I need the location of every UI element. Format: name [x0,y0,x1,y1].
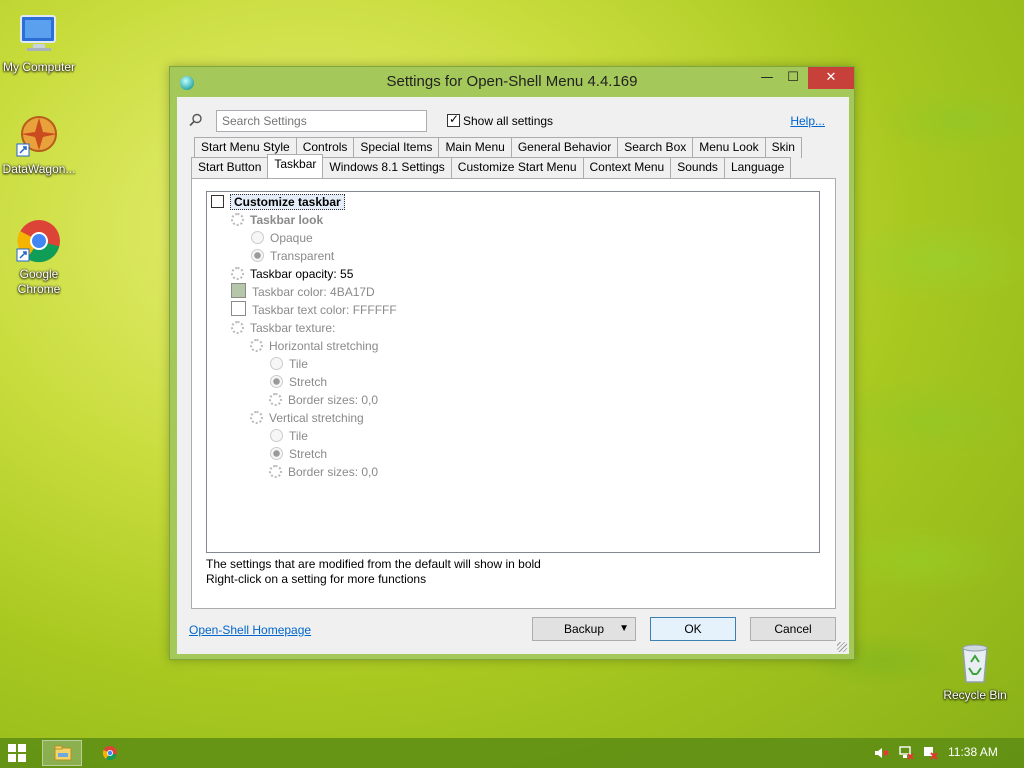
tab-customize-start-menu[interactable]: Customize Start Menu [450,157,584,178]
maximize-button[interactable]: ☐ [780,69,806,89]
help-link[interactable]: Help... [790,114,825,128]
tab-sounds[interactable]: Sounds [670,157,725,178]
radio-unselected-icon [251,231,264,244]
desktop-icon-label: DataWagon... [2,162,76,176]
desktop-icon-label: Google Chrome [17,267,61,296]
taskbar-text-color-setting[interactable]: Taskbar text color: FFFFFF [231,301,397,319]
horizontal-stretch-radio[interactable]: Stretch [270,373,327,391]
tab-search-box[interactable]: Search Box [617,137,694,158]
chrome-icon [102,746,117,761]
gear-icon [269,393,282,406]
monitor-icon [15,10,63,58]
start-button[interactable] [8,744,26,762]
checkbox-checked-icon[interactable] [447,112,460,127]
tab-taskbar[interactable]: Taskbar [267,154,324,178]
settings-tree[interactable]: Customize taskbar Taskbar look Opaque Tr… [206,191,820,553]
datawagon-icon [15,112,63,160]
taskbar-tab-panel: Customize taskbar Taskbar look Opaque Tr… [191,178,836,609]
desktop-icon-google-chrome[interactable]: Google Chrome [0,217,78,297]
info-bold-hint: The settings that are modified from the … [206,557,541,571]
speaker-muted-icon[interactable] [874,746,890,760]
opaque-radio[interactable]: Opaque [251,229,313,247]
taskbar-look-setting[interactable]: Taskbar look [231,211,323,229]
desktop-icon-label: My Computer [2,60,76,74]
horizontal-tile-radio[interactable]: Tile [270,355,308,373]
tab-skin[interactable]: Skin [764,137,802,158]
close-button[interactable]: ✕ [808,67,854,89]
network-icon[interactable] [898,746,914,760]
dialog-client: Show all settings Help... Start Menu Sty… [177,97,849,654]
backup-button-label: Backup [563,622,605,636]
taskbar: 11:38 AM [0,738,1024,768]
tab-general-behavior[interactable]: General Behavior [510,137,619,158]
horizontal-stretching-setting[interactable]: Horizontal stretching [250,337,378,355]
taskbar-google-chrome[interactable] [90,740,130,766]
action-center-icon[interactable] [922,746,938,760]
transparent-radio[interactable]: Transparent [251,247,334,265]
customize-taskbar-checkbox[interactable]: Customize taskbar [211,193,345,211]
gear-icon [250,339,263,352]
title-bar[interactable]: Settings for Open-Shell Menu 4.4.169 — ☐… [170,67,854,97]
desktop-icon-my-computer[interactable]: My Computer [0,10,78,75]
desktop-icon-label: Recycle Bin [943,688,1007,702]
checkbox-unchecked-icon[interactable] [211,195,224,208]
taskbar-texture-setting[interactable]: Taskbar texture: [231,319,335,337]
search-icon [189,113,203,127]
taskbar-color-setting[interactable]: Taskbar color: 4BA17D [231,283,375,301]
folder-icon [54,745,72,761]
radio-selected-icon [270,375,283,388]
dropdown-arrow-icon: ▼ [619,623,629,634]
radio-selected-icon [270,447,283,460]
gear-icon [231,267,244,280]
open-shell-homepage-link[interactable]: Open-Shell Homepage [189,623,311,637]
search-settings-input[interactable] [216,110,427,132]
ok-button[interactable]: OK [650,617,736,641]
radio-selected-icon [251,249,264,262]
tab-menu-look[interactable]: Menu Look [692,137,766,158]
chrome-icon [15,217,63,265]
gear-icon [250,411,263,424]
desktop-icon-recycle-bin[interactable]: Recycle Bin [936,638,1014,703]
vertical-stretch-radio[interactable]: Stretch [270,445,327,463]
resize-grip-icon[interactable] [837,642,847,652]
show-all-settings-label: Show all settings [463,114,554,128]
recycle-bin-icon [951,638,999,686]
settings-window: Settings for Open-Shell Menu 4.4.169 — ☐… [169,66,855,660]
minimize-button[interactable]: — [754,69,780,89]
show-all-settings-checkbox[interactable]: Show all settings [447,112,554,128]
info-right-click-hint: Right-click on a setting for more functi… [206,572,427,586]
taskbar-file-explorer[interactable] [42,740,82,766]
window-title: Settings for Open-Shell Menu 4.4.169 [386,73,638,90]
tab-row-2: Start Button Taskbar Windows 8.1 Setting… [191,154,792,178]
taskbar-clock[interactable]: 11:38 AM [948,745,998,759]
tab-main-menu[interactable]: Main Menu [438,137,512,158]
tab-start-button[interactable]: Start Button [191,157,269,178]
vertical-stretching-setting[interactable]: Vertical stretching [250,409,364,427]
horizontal-border-sizes-setting[interactable]: Border sizes: 0,0 [269,391,378,409]
radio-unselected-icon [270,429,283,442]
tab-context-menu[interactable]: Context Menu [582,157,672,178]
radio-unselected-icon [270,357,283,370]
gear-icon [231,213,244,226]
tab-windows-81-settings[interactable]: Windows 8.1 Settings [322,157,452,178]
vertical-border-sizes-setting[interactable]: Border sizes: 0,0 [269,463,378,481]
gear-icon [269,465,282,478]
color-swatch [231,283,246,298]
tab-language[interactable]: Language [723,157,792,178]
tab-special-items[interactable]: Special Items [353,137,440,158]
gear-icon [231,321,244,334]
color-swatch [231,301,246,316]
backup-button[interactable]: Backup ▼ [532,617,636,641]
desktop-icon-datawagon[interactable]: DataWagon... [0,112,78,177]
vertical-tile-radio[interactable]: Tile [270,427,308,445]
taskbar-opacity-setting[interactable]: Taskbar opacity: 55 [231,265,353,283]
cancel-button[interactable]: Cancel [750,617,836,641]
